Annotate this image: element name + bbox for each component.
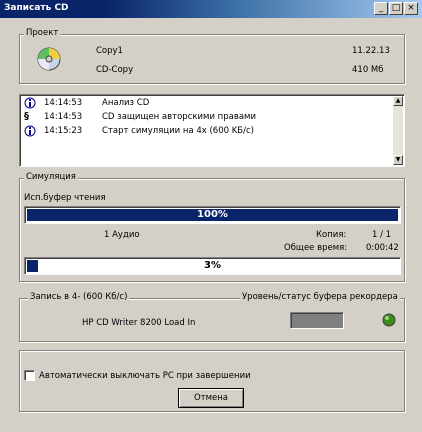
recorder-group bbox=[19, 298, 405, 342]
total-time-label: Общее время: bbox=[284, 243, 348, 253]
simulation-percent: 3% bbox=[204, 260, 221, 271]
auto-shutdown-label: Автоматически выключать PC при завершени… bbox=[39, 371, 251, 381]
auto-shutdown-checkbox[interactable] bbox=[24, 370, 35, 381]
log-text: CD защищен авторскими правами bbox=[102, 112, 256, 122]
buffer-status-legend: Уровень/статус буфера рекордера bbox=[240, 292, 400, 302]
total-time-value: 0:00:42 bbox=[366, 243, 399, 253]
track-text: 1 Аудио bbox=[104, 230, 140, 240]
buffer-progress-bar: 100% bbox=[24, 206, 401, 224]
log-text: Старт симуляции на 4x (600 KБ/с) bbox=[102, 126, 254, 136]
project-size: 410 Mб bbox=[352, 65, 384, 75]
close-button[interactable]: × bbox=[404, 2, 418, 15]
log-row-1-icon bbox=[24, 97, 36, 112]
status-led-icon bbox=[382, 313, 396, 330]
recorder-legend: Запись в 4- (600 Кб/с) bbox=[28, 292, 130, 302]
simulation-legend: Симуляция bbox=[24, 172, 78, 182]
log-time: 14:14:53 bbox=[44, 98, 83, 108]
minimize-button[interactable]: _ bbox=[374, 2, 388, 15]
log-time: 14:15:23 bbox=[44, 126, 83, 136]
recorder-device: HP CD Writer 8200 Load In bbox=[82, 318, 196, 328]
scroll-down-icon[interactable]: ▼ bbox=[393, 155, 403, 165]
log-row-3-icon bbox=[24, 125, 36, 140]
copy-label: Копия: bbox=[316, 230, 347, 240]
simulation-progress-bar: 3% bbox=[24, 257, 401, 275]
scroll-up-icon[interactable]: ▲ bbox=[393, 96, 403, 106]
project-group bbox=[19, 34, 405, 84]
log-row-2-icon: § bbox=[24, 111, 29, 122]
recorder-buffer-level bbox=[290, 312, 344, 329]
log-text: Анализ CD bbox=[102, 98, 150, 108]
project-date: 11.22.13 bbox=[352, 46, 390, 56]
maximize-button[interactable]: □ bbox=[389, 2, 403, 15]
project-type: CD-Copy bbox=[96, 65, 134, 75]
buffer-label: Исп.буфер чтения bbox=[24, 193, 106, 203]
window-title: Записать CD bbox=[4, 3, 69, 13]
buffer-percent: 100% bbox=[197, 209, 228, 220]
project-name: Copy1 bbox=[96, 46, 123, 56]
copy-value: 1 / 1 bbox=[372, 230, 392, 240]
log-time: 14:14:53 bbox=[44, 112, 83, 122]
project-legend: Проект bbox=[24, 28, 61, 38]
cd-icon bbox=[36, 46, 62, 72]
cancel-button[interactable]: Отмена bbox=[178, 388, 244, 408]
